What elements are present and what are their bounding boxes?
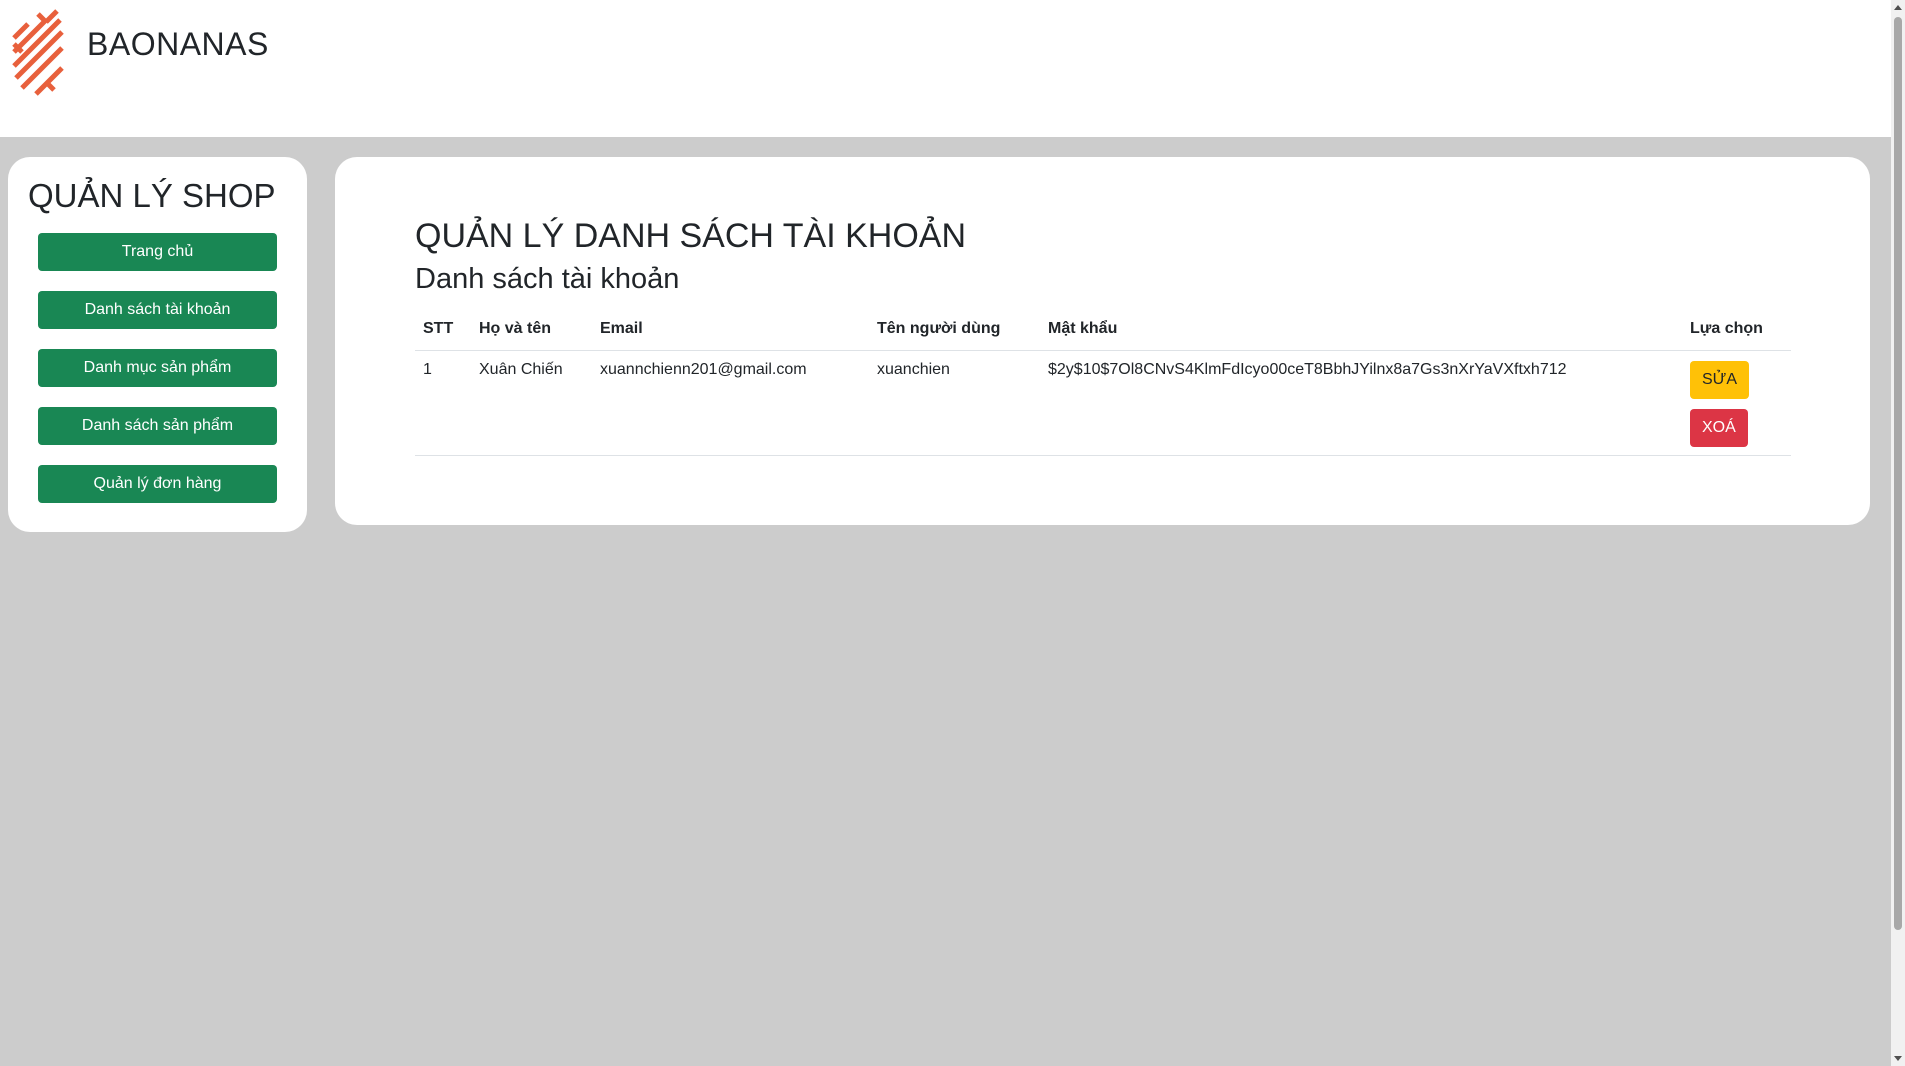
page-header: BAONANAS: [0, 0, 1891, 137]
page-title: QUẢN LÝ DANH SÁCH TÀI KHOẢN: [415, 217, 967, 255]
edit-button[interactable]: SỬA: [1690, 360, 1750, 399]
sidebar-item-accounts[interactable]: Danh sách tài khoản: [38, 291, 277, 329]
column-header-password: Mật khẩu: [1040, 309, 1682, 351]
vertical-scrollbar[interactable]: [1891, 0, 1905, 1066]
column-header-fullname: Họ và tên: [471, 309, 592, 351]
table-row: 1 Xuân Chiến xuannchienn201@gmail.com xu…: [415, 350, 1791, 456]
table-header-row: STT Họ và tên Email Tên người dùng Mật k…: [415, 309, 1791, 351]
sidebar-item-orders[interactable]: Quản lý đơn hàng: [38, 465, 277, 503]
accounts-table-wrapper: STT Họ và tên Email Tên người dùng Mật k…: [415, 309, 1791, 456]
column-header-email: Email: [592, 309, 869, 351]
main-content: QUẢN LÝ DANH SÁCH TÀI KHOẢN Danh sách tà…: [335, 157, 1870, 525]
column-header-actions: Lựa chọn: [1682, 309, 1791, 351]
cell-password: $2y$10$7Ol8CNvS4KlmFdIcyo00ceT8BbhJYilnx…: [1040, 350, 1682, 456]
column-header-username: Tên người dùng: [869, 309, 1040, 351]
row-actions: SỬA XOÁ: [1690, 360, 1783, 447]
cell-email: xuannchienn201@gmail.com: [592, 350, 869, 456]
cell-actions: SỬA XOÁ: [1682, 350, 1791, 456]
striped-logo-icon[interactable]: [10, 8, 66, 98]
section-title: Danh sách tài khoản: [415, 263, 680, 295]
sidebar-title: QUẢN LÝ SHOP: [28, 177, 276, 214]
accounts-table: STT Họ và tên Email Tên người dùng Mật k…: [415, 309, 1791, 456]
cell-fullname: Xuân Chiến: [471, 350, 592, 456]
sidebar-item-home[interactable]: Trang chủ: [38, 233, 277, 271]
scroll-down-arrow-icon[interactable]: [1894, 1056, 1902, 1061]
scrollbar-thumb[interactable]: [1894, 17, 1902, 930]
brand-name[interactable]: BAONANAS: [87, 26, 269, 63]
cell-username: xuanchien: [869, 350, 1040, 456]
sidebar-item-products[interactable]: Danh sách sản phẩm: [38, 407, 277, 445]
sidebar-item-categories[interactable]: Danh mục sản phẩm: [38, 349, 277, 387]
cell-stt: 1: [415, 350, 471, 456]
column-header-stt: STT: [415, 309, 471, 351]
scroll-up-arrow-icon[interactable]: [1894, 5, 1902, 10]
delete-button[interactable]: XOÁ: [1690, 408, 1748, 447]
sidebar: QUẢN LÝ SHOP Trang chủ Danh sách tài kho…: [8, 157, 307, 532]
